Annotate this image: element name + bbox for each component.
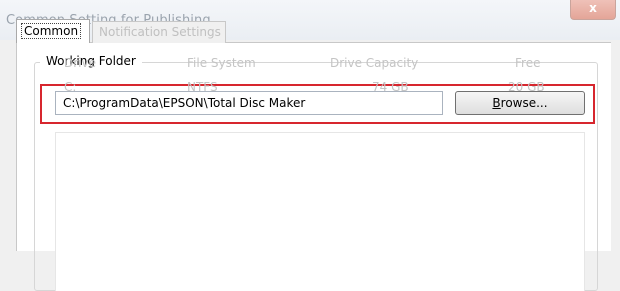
drive-list-table — [55, 132, 585, 291]
publishing-settings-dialog: Common Setting for Publishing x Common N… — [0, 0, 620, 291]
table-cell-free: 20 GB — [508, 80, 545, 94]
column-header-free: Free — [515, 56, 541, 70]
column-header-drive-capacity: Drive Capacity — [330, 56, 419, 70]
column-header-file-system: File System — [187, 56, 256, 70]
table-cell-drive-capacity: 74 GB — [372, 80, 409, 94]
tab-notification-label: Notification Settings — [99, 25, 221, 39]
column-header-drive: Drive — [64, 56, 96, 70]
close-button[interactable]: x — [570, 0, 616, 20]
tab-notification-settings[interactable]: Notification Settings — [92, 21, 226, 43]
close-icon: x — [589, 1, 597, 15]
table-cell-file-system: NTFS — [187, 80, 218, 94]
tab-common-label: Common — [21, 23, 82, 39]
table-cell-drive: C: — [64, 80, 77, 94]
tab-common[interactable]: Common — [16, 19, 90, 43]
